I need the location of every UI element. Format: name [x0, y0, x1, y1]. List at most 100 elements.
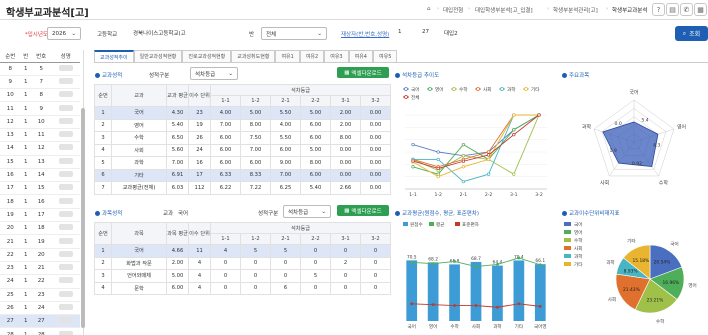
- data-point: [486, 157, 491, 162]
- course-filter-select[interactable]: 석차등급 ⌄: [283, 205, 331, 218]
- student-row[interactable]: 17 1 15: [0, 181, 80, 196]
- student-row[interactable]: 15 1 13: [0, 155, 80, 169]
- bar: [406, 260, 418, 321]
- student-row[interactable]: 815: [0, 62, 80, 76]
- student-search-link[interactable]: 재상자(반,번호,성명): [341, 30, 389, 38]
- student-row[interactable]: 14 1 12: [0, 141, 80, 156]
- student-row[interactable]: 18 1 16: [0, 194, 80, 209]
- search-button[interactable]: ⌕ 조회: [675, 26, 708, 41]
- table-row[interactable]: 4 사회 5.60 24 6.00 7.00 6.00 5.00 0.00 0.00: [94, 143, 391, 157]
- school-field: 경북나이스고등학교(고: [129, 27, 225, 40]
- student-row[interactable]: 10 1 8: [0, 88, 80, 103]
- table-row[interactable]: 2 영어 5.40 19 7.00 8.00 4.00 6.00 2.00 0.00: [94, 118, 391, 132]
- table-row[interactable]: 2 화법과 작문 2.00 4 0 0 0 0 2 0: [94, 256, 391, 270]
- table-row[interactable]: 6 기타 6.91 17 6.33 8.33 7.00 6.00 0.00 0.00: [94, 168, 391, 182]
- course-table: 순번 과목 과목 평균 이수 단위 석차등급 1-1 1-2 2-1 2-2 3-1 3-…: [94, 222, 391, 295]
- legend-label: 기타: [531, 86, 540, 93]
- tab-7[interactable]: 여유3: [324, 50, 349, 62]
- student-row[interactable]: 22 1 20: [0, 248, 80, 262]
- student-row[interactable]: 917: [0, 75, 80, 90]
- breadcrumb-3[interactable]: 학생부분석관리[고]: [553, 6, 598, 14]
- student-ban: 1: [20, 101, 31, 116]
- legend-label: 국어: [574, 221, 582, 228]
- student-name: [51, 101, 80, 116]
- table-row[interactable]: 3 수학 6.50 26 6.00 7.50 5.50 6.00 8.00 0.00: [94, 131, 391, 145]
- help-icon[interactable]: ?: [652, 3, 665, 16]
- course-section-title: 과목성적: [95, 209, 122, 217]
- table-cell: 17: [188, 168, 211, 182]
- tab-2[interactable]: 일반교과성적현황: [133, 50, 183, 62]
- tab-9[interactable]: 여유5: [373, 50, 398, 62]
- name-field[interactable]: 대입2: [440, 27, 480, 40]
- student-row[interactable]: 13 1 11: [0, 128, 80, 143]
- student-row[interactable]: 28 1 28: [0, 327, 80, 335]
- data-point: [436, 150, 440, 154]
- student-row[interactable]: 11 1 9: [0, 101, 80, 116]
- student-row[interactable]: 23 1 21: [0, 261, 80, 276]
- student-row[interactable]: 27 1 27: [0, 314, 80, 329]
- table-row[interactable]: 1 국어 4.30 23 4.00 5.00 5.50 5.00 2.00 0.00: [94, 106, 391, 120]
- student-name: [51, 194, 80, 209]
- class-no-field[interactable]: 27: [418, 27, 438, 40]
- table-row[interactable]: 3 언어와매체 5.00 4 0 0 0 5 0 0: [94, 269, 391, 283]
- student-ban: 1: [20, 62, 31, 76]
- student-row[interactable]: 26 1 24: [0, 301, 80, 316]
- student-row[interactable]: 12 1 10: [0, 115, 80, 129]
- legend-swatch: [429, 222, 434, 226]
- tab-5[interactable]: 여유1: [275, 50, 300, 62]
- table-cell: 0: [270, 256, 301, 270]
- table-row[interactable]: 7 교과평균(전체) 6.03 112 6.22 7.22 6.25 5.40 2.66 0.00: [94, 181, 391, 195]
- term-header: 1-1: [210, 95, 241, 107]
- course-excel-button[interactable]: ▦ 엑셀다운로드: [337, 205, 389, 216]
- student-ban: 1: [20, 221, 31, 236]
- student-name: [51, 314, 80, 329]
- student-list-scrollbar[interactable]: [81, 108, 85, 328]
- table-cell: 8.00: [330, 131, 361, 145]
- x-tick-label: 국어영: [534, 323, 547, 330]
- student-row[interactable]: 24 1 22: [0, 274, 80, 289]
- radar-axis-label: 사회: [600, 179, 609, 186]
- student-bun: 23: [30, 288, 52, 302]
- tab-6[interactable]: 여유2: [299, 50, 325, 62]
- student-row[interactable]: 16 1 14: [0, 168, 80, 183]
- table-cell: 7: [94, 181, 112, 195]
- student-row[interactable]: 19 1 17: [0, 208, 80, 223]
- tab-3[interactable]: 진로교과성적현황: [182, 50, 232, 62]
- pie-name-label: 과학: [606, 259, 615, 266]
- grades-excel-button[interactable]: ▦ 엑셀다운로드: [337, 67, 389, 78]
- class-select[interactable]: 전체 ⌄: [261, 27, 327, 40]
- table-cell: 0.00: [360, 106, 391, 120]
- breadcrumb-1[interactable]: 대입전형: [443, 6, 463, 14]
- table-cell: 6.33: [210, 168, 241, 182]
- student-no: 8: [0, 62, 21, 76]
- student-row[interactable]: 20 1 18: [0, 221, 80, 236]
- home-icon[interactable]: ⌂: [427, 6, 431, 12]
- table-cell: 문학: [111, 281, 167, 295]
- table-cell: 2.00: [166, 256, 189, 270]
- student-no: 26: [0, 301, 21, 316]
- table-cell: 0.00: [330, 168, 361, 182]
- bar: [534, 264, 546, 321]
- student-ban: 1: [20, 234, 31, 249]
- breadcrumb-2[interactable]: 대입학생부분석[고_입결]: [475, 6, 533, 14]
- table-row[interactable]: 5 과학 7.00 16 6.00 6.00 9.00 8.00 0.00 0.00: [94, 156, 391, 170]
- table-row[interactable]: 4 문학 6.00 4 0 0 6 0 0 0: [94, 281, 391, 295]
- student-ban: 1: [20, 155, 31, 169]
- table-cell: 6.25: [270, 181, 301, 195]
- table-cell: 0: [360, 244, 391, 258]
- phone-icon[interactable]: ✆: [680, 3, 693, 16]
- data-point: [512, 133, 516, 137]
- student-ban: 1: [20, 208, 31, 223]
- tab-4[interactable]: 교과성취도현황: [231, 50, 276, 62]
- table-cell: 국어: [111, 106, 167, 120]
- tab-1[interactable]: 교과성적추이: [94, 50, 134, 62]
- student-row[interactable]: 21 1 19: [0, 234, 80, 249]
- tab-8[interactable]: 여유4: [348, 50, 373, 62]
- grade-field[interactable]: 1: [394, 27, 416, 40]
- grade-filter-select[interactable]: 석차등급 ⌄: [190, 67, 238, 80]
- year-select[interactable]: 2026 ⌄: [47, 27, 81, 40]
- grid-icon[interactable]: ▦: [694, 3, 707, 16]
- student-row[interactable]: 25 1 23: [0, 288, 80, 302]
- table-row[interactable]: 1 국어 4.66 11 4 5 5 0 0 0: [94, 244, 391, 258]
- document-icon[interactable]: ▤: [666, 3, 679, 16]
